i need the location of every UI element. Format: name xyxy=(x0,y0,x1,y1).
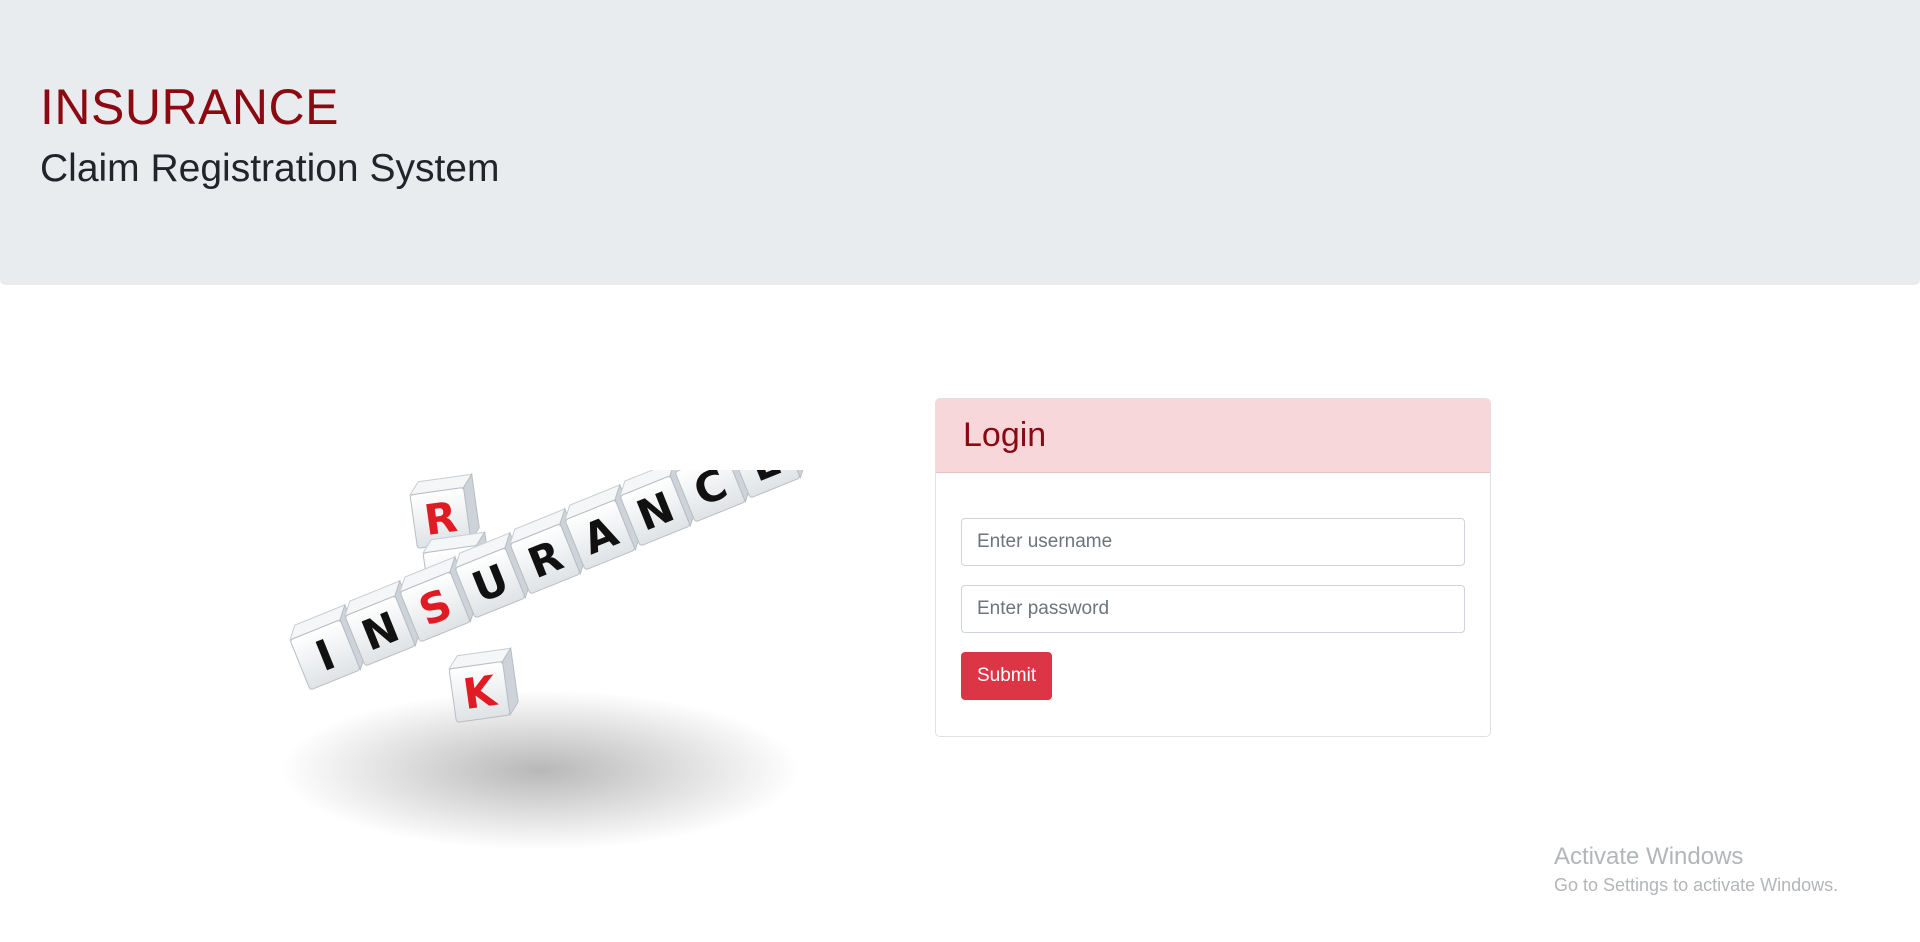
username-input[interactable] xyxy=(961,518,1465,566)
activate-windows-watermark: Activate Windows Go to Settings to activ… xyxy=(1554,843,1838,896)
login-card: Login Submit xyxy=(935,398,1491,737)
watermark-subtitle: Go to Settings to activate Windows. xyxy=(1554,875,1839,895)
password-input[interactable] xyxy=(961,585,1465,633)
header-banner: INSURANCE Claim Registration System xyxy=(0,0,1920,285)
watermark-title: Activate Windows xyxy=(1554,843,1744,870)
login-heading: Login xyxy=(963,416,1047,454)
page-subtitle: Claim Registration System xyxy=(40,147,500,190)
login-card-header: Login xyxy=(936,399,1490,473)
page-title: INSURANCE xyxy=(40,79,339,135)
login-form: Submit xyxy=(936,473,1490,700)
cube-vertical-k-3: K xyxy=(448,646,519,723)
insurance-risk-cubes-image: RIKINSURANCE xyxy=(270,411,930,910)
submit-button[interactable]: Submit xyxy=(961,652,1053,700)
